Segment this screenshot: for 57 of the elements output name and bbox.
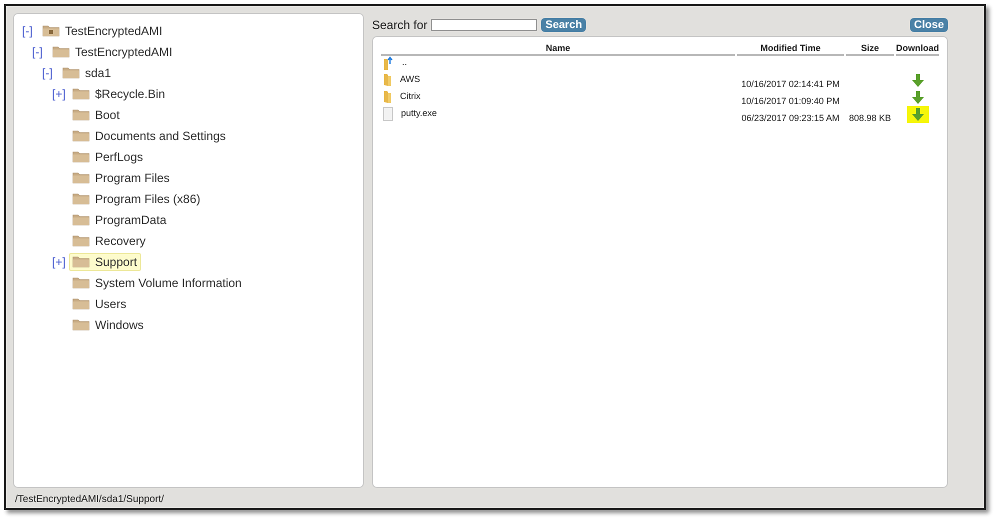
folder-icon <box>72 87 90 100</box>
modified-time: 10/16/2017 02:14:41 PM <box>741 79 840 89</box>
folder-icon <box>72 318 90 331</box>
tree-item[interactable]: Users <box>69 294 130 312</box>
tree-item[interactable]: $Recycle.Bin <box>69 84 170 102</box>
tree-item[interactable]: TestEncryptedAMI <box>49 42 176 60</box>
folder-icon <box>52 45 70 58</box>
file-name[interactable]: Citrix <box>400 91 420 101</box>
tree-item[interactable]: Recovery <box>69 232 150 250</box>
folder-icon <box>62 66 80 79</box>
folder-icon <box>72 255 90 268</box>
folder-icon <box>72 108 90 121</box>
search-label: Search for <box>372 18 428 32</box>
column-header[interactable]: Name <box>546 42 570 52</box>
download-button[interactable] <box>906 106 928 123</box>
modified-time: 10/16/2017 01:09:40 PM <box>741 96 840 106</box>
file-size: 808.98 KB <box>848 113 892 123</box>
file-name[interactable]: .. <box>402 57 408 67</box>
tree-item[interactable]: PerfLogs <box>69 148 148 166</box>
file-name[interactable]: putty.exe <box>401 108 437 118</box>
expand-toggle[interactable]: [+] <box>52 86 66 100</box>
current-path: /TestEncryptedAMI/sda1/Support/ <box>15 494 164 505</box>
tree-item[interactable]: Program Files <box>69 168 174 186</box>
column-header[interactable]: Size <box>860 42 879 52</box>
file-name[interactable]: AWS <box>400 74 420 84</box>
expand-toggle[interactable]: [-] <box>32 44 43 58</box>
tree-item[interactable]: Windows <box>69 316 148 334</box>
tree-item[interactable]: System Volume Information <box>69 274 246 292</box>
folder-icon <box>72 171 90 184</box>
expand-toggle[interactable]: [-] <box>22 24 33 38</box>
tree-item[interactable]: Boot <box>69 106 124 124</box>
tree-item[interactable]: ProgramData <box>69 210 170 228</box>
expand-toggle[interactable]: [-] <box>42 66 53 80</box>
tree-item[interactable]: Documents and Settings <box>69 126 230 144</box>
folder-icon <box>72 192 90 205</box>
folder-icon <box>72 150 90 163</box>
folder-icon <box>383 90 392 104</box>
tree-item[interactable]: TestEncryptedAMI <box>39 22 166 40</box>
column-header[interactable]: Modified Time <box>760 42 821 52</box>
folder-icon <box>72 234 90 247</box>
expand-toggle[interactable]: [+] <box>52 254 66 268</box>
tree-item[interactable]: sda1 <box>59 64 116 82</box>
up-folder-icon <box>383 56 394 70</box>
folder-icon <box>72 129 90 142</box>
tree-item[interactable]: Support <box>69 252 142 270</box>
close-button[interactable]: Close <box>910 18 948 32</box>
folder-icon <box>72 213 90 226</box>
folder-icon <box>72 297 90 310</box>
search-button[interactable]: Search <box>541 18 586 32</box>
column-header[interactable]: Download <box>896 42 939 52</box>
tree-item[interactable]: Program Files (x86) <box>69 190 204 208</box>
search-field[interactable] <box>431 18 538 30</box>
home-folder-icon <box>42 24 60 37</box>
folder-icon <box>383 73 392 87</box>
file-icon <box>383 107 393 121</box>
modified-time: 06/23/2017 09:23:15 AM <box>741 113 840 123</box>
folder-icon <box>72 276 90 289</box>
